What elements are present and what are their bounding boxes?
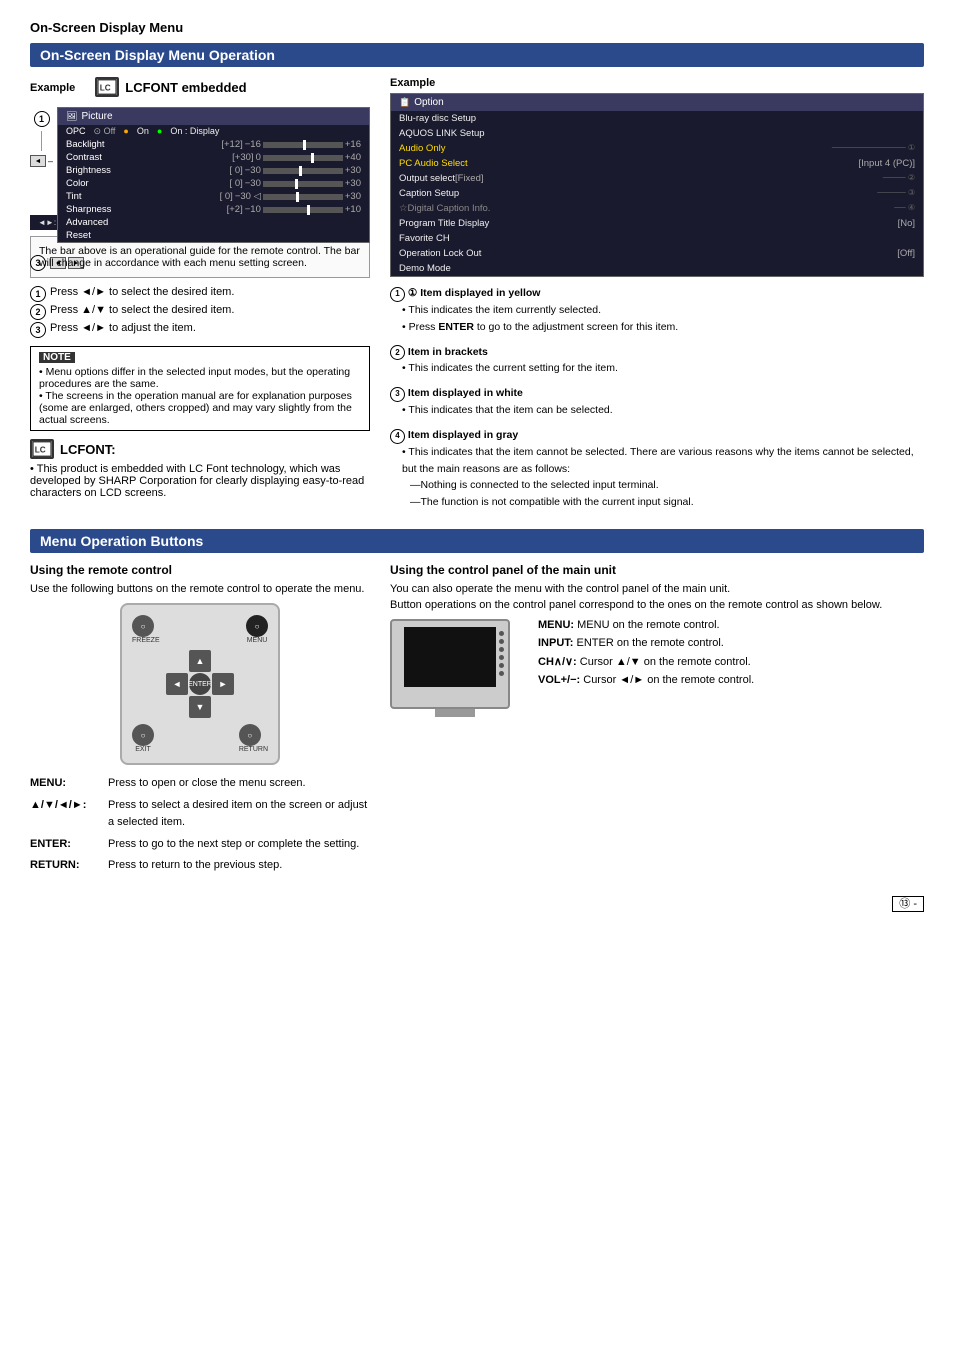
nav-btn-desc: Press to select a desired item on the sc…	[108, 797, 370, 832]
exit-btn: ○	[132, 724, 154, 746]
picture-menu-screenshot: 🖼 Picture OPC ⊙ Off ● On ● On : Display …	[57, 107, 370, 243]
page-number: ⑬ -	[30, 895, 924, 911]
return-btn: ○	[239, 724, 261, 746]
section2-header: Menu Operation Buttons	[30, 529, 924, 553]
menu-btn-label: MENU:	[30, 775, 100, 793]
option-menu-screenshot: 📋 Option Blu-ray disc Setup AQUOS LINK S…	[390, 93, 924, 277]
mob-left-title: Using the remote control	[30, 563, 370, 577]
menu-btn: ○	[246, 615, 268, 637]
enter-btn-desc: Press to go to the next step or complete…	[108, 836, 370, 854]
return-btn-desc: Press to return to the previous step.	[108, 857, 370, 875]
svg-text:LC: LC	[100, 84, 111, 93]
button-table: MENU: Press to open or close the menu sc…	[30, 775, 370, 875]
control-desc: MENU: MENU on the remote control. INPUT:…	[538, 619, 754, 717]
nav-btn-label: ▲/▼/◄/►:	[30, 797, 100, 832]
left-example-label: Example	[30, 82, 75, 94]
mob-right-desc1: You can also operate the menu with the c…	[390, 583, 924, 595]
page-title: On-Screen Display Menu	[30, 20, 924, 35]
mob-left-desc: Use the following buttons on the remote …	[30, 583, 370, 595]
tv-screen	[404, 627, 497, 687]
lc-icon: LC	[95, 77, 119, 97]
nav-cross: ▲ ◄ ENTER ► ▼	[166, 650, 234, 718]
lcfont-section: LC LCFONT: • This product is embedded wi…	[30, 439, 370, 499]
tv-stand	[435, 709, 475, 717]
left-panel: Example LC LCFONT embedded 1 ◄ –	[30, 77, 370, 519]
mob-left: Using the remote control Use the followi…	[30, 563, 370, 879]
mob-right-desc2: Button operations on the control panel c…	[390, 599, 924, 611]
right-annotations: 1 ① Item displayed in yellow This indica…	[390, 285, 924, 511]
freeze-btn: ○	[132, 615, 154, 637]
remote-diagram: ○ FREEZE ○ MENU ▲ ◄ ENTER ► ▼	[120, 603, 280, 765]
step1-circle: 1	[34, 111, 50, 127]
svg-text:LC: LC	[35, 446, 46, 455]
note-box: NOTE • Menu options differ in the select…	[30, 346, 370, 431]
tv-buttons	[499, 631, 504, 676]
mob-right-title: Using the control panel of the main unit	[390, 563, 924, 577]
tv-diagram	[390, 619, 510, 709]
mob-right: Using the control panel of the main unit…	[390, 563, 924, 879]
return-btn-label: RETURN:	[30, 857, 100, 875]
lcfont-header: LC LCFONT embedded	[95, 77, 246, 97]
right-panel-inner: MENU: MENU on the remote control. INPUT:…	[390, 619, 924, 717]
enter-btn-label: ENTER:	[30, 836, 100, 854]
right-panel: Example 📋 Option Blu-ray disc Setup AQUO…	[390, 77, 924, 519]
lcfont-label: LCFONT embedded	[125, 80, 246, 95]
steps-section: 1 Press ◄/► to select the desired item. …	[30, 286, 370, 338]
menu-btn-desc: Press to open or close the menu screen.	[108, 775, 370, 793]
section1-header: On-Screen Display Menu Operation	[30, 43, 924, 67]
mob-section: Using the remote control Use the followi…	[30, 563, 924, 879]
